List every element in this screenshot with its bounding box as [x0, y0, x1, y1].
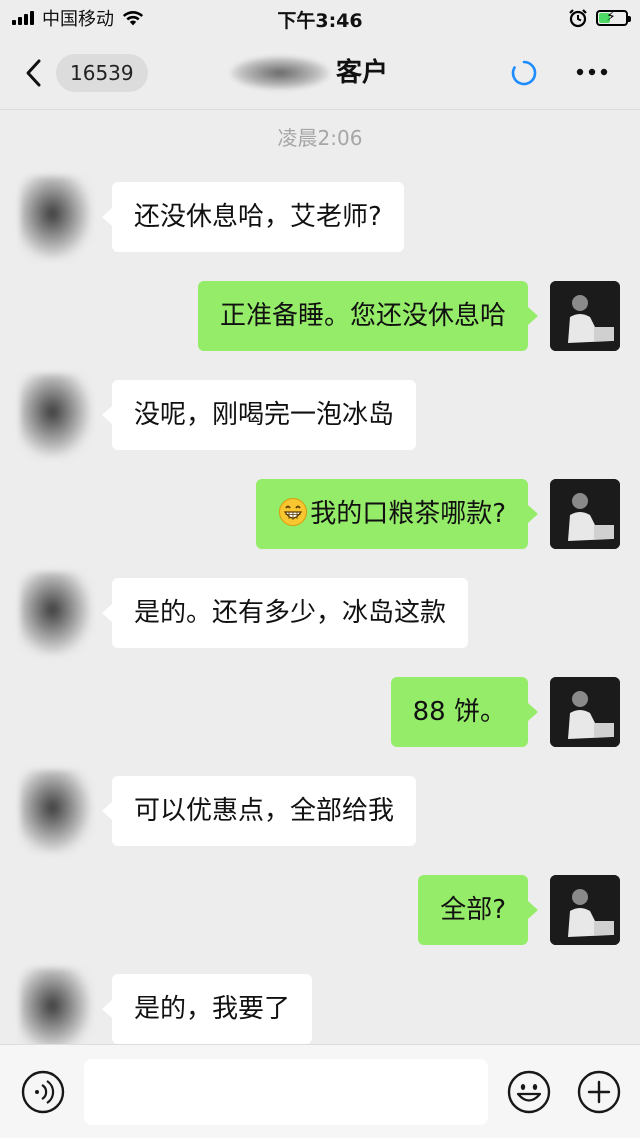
message-row: 可以优惠点，全部给我	[0, 770, 640, 854]
chat-area[interactable]: 凌晨2:06 还没休息哈，艾老师? 正准备睡。您还没休息哈 没呢，刚喝完一泡冰岛…	[0, 110, 640, 1044]
outgoing-message-bubble[interactable]: 全部?	[418, 875, 538, 945]
contact-avatar[interactable]	[20, 176, 92, 260]
alarm-icon	[569, 9, 587, 28]
grinning-face-emoji	[279, 497, 308, 526]
outgoing-message-bubble[interactable]: 88 饼。	[390, 677, 539, 747]
self-avatar[interactable]	[550, 479, 620, 549]
emoji-icon[interactable]	[506, 1069, 552, 1115]
voice-icon[interactable]	[20, 1069, 66, 1115]
incoming-message-bubble[interactable]: 可以优惠点，全部给我	[101, 776, 417, 846]
contact-avatar[interactable]	[20, 968, 92, 1044]
incoming-message-bubble[interactable]: 是的，我要了	[101, 974, 313, 1044]
outgoing-message-bubble[interactable]: 我的口粮茶哪款?	[256, 479, 538, 549]
message-row: 我的口粮茶哪款?	[0, 479, 640, 549]
nav-bar: 16539 客户	[0, 36, 640, 110]
self-avatar[interactable]	[550, 281, 620, 351]
message-row: 是的，我要了	[0, 968, 640, 1044]
self-avatar[interactable]	[550, 875, 620, 945]
message-row: 是的。还有多少，冰岛这款	[0, 572, 640, 656]
message-input[interactable]	[84, 1059, 488, 1125]
message-text: 我的口粮茶哪款?	[310, 499, 506, 529]
message-timestamp: 凌晨2:06	[277, 126, 363, 150]
plus-icon[interactable]	[576, 1069, 622, 1115]
incoming-message-bubble[interactable]: 是的。还有多少，冰岛这款	[101, 578, 469, 648]
battery-icon: ⚡	[596, 9, 631, 26]
sync-icon[interactable]	[510, 59, 538, 87]
back-icon[interactable]	[24, 58, 42, 88]
contact-avatar[interactable]	[20, 770, 92, 854]
unread-count-badge[interactable]: 16539	[56, 54, 148, 92]
incoming-message-bubble[interactable]: 还没休息哈，艾老师?	[102, 182, 404, 252]
more-icon[interactable]	[574, 62, 610, 82]
message-row: 还没休息哈，艾老师?	[0, 176, 640, 260]
message-row: 正准备睡。您还没休息哈	[0, 281, 640, 351]
contact-avatar[interactable]	[20, 374, 92, 458]
outgoing-message-bubble[interactable]: 正准备睡。您还没休息哈	[197, 281, 539, 351]
incoming-message-bubble[interactable]: 没呢，刚喝完一泡冰岛	[101, 380, 417, 450]
chat-title: 客户	[336, 58, 389, 88]
message-row: 全部?	[0, 875, 640, 945]
contact-avatar[interactable]	[20, 572, 92, 656]
self-avatar[interactable]	[550, 677, 620, 747]
blurred-contact-name	[230, 56, 330, 90]
input-bar	[0, 1044, 640, 1138]
message-row: 88 饼。	[0, 677, 640, 747]
status-bar: 中国移动 下午3:46 ⚡	[0, 0, 640, 36]
message-row: 没呢，刚喝完一泡冰岛	[0, 374, 640, 458]
status-time: 下午3:46	[277, 10, 363, 32]
status-right: ⚡	[568, 6, 631, 30]
